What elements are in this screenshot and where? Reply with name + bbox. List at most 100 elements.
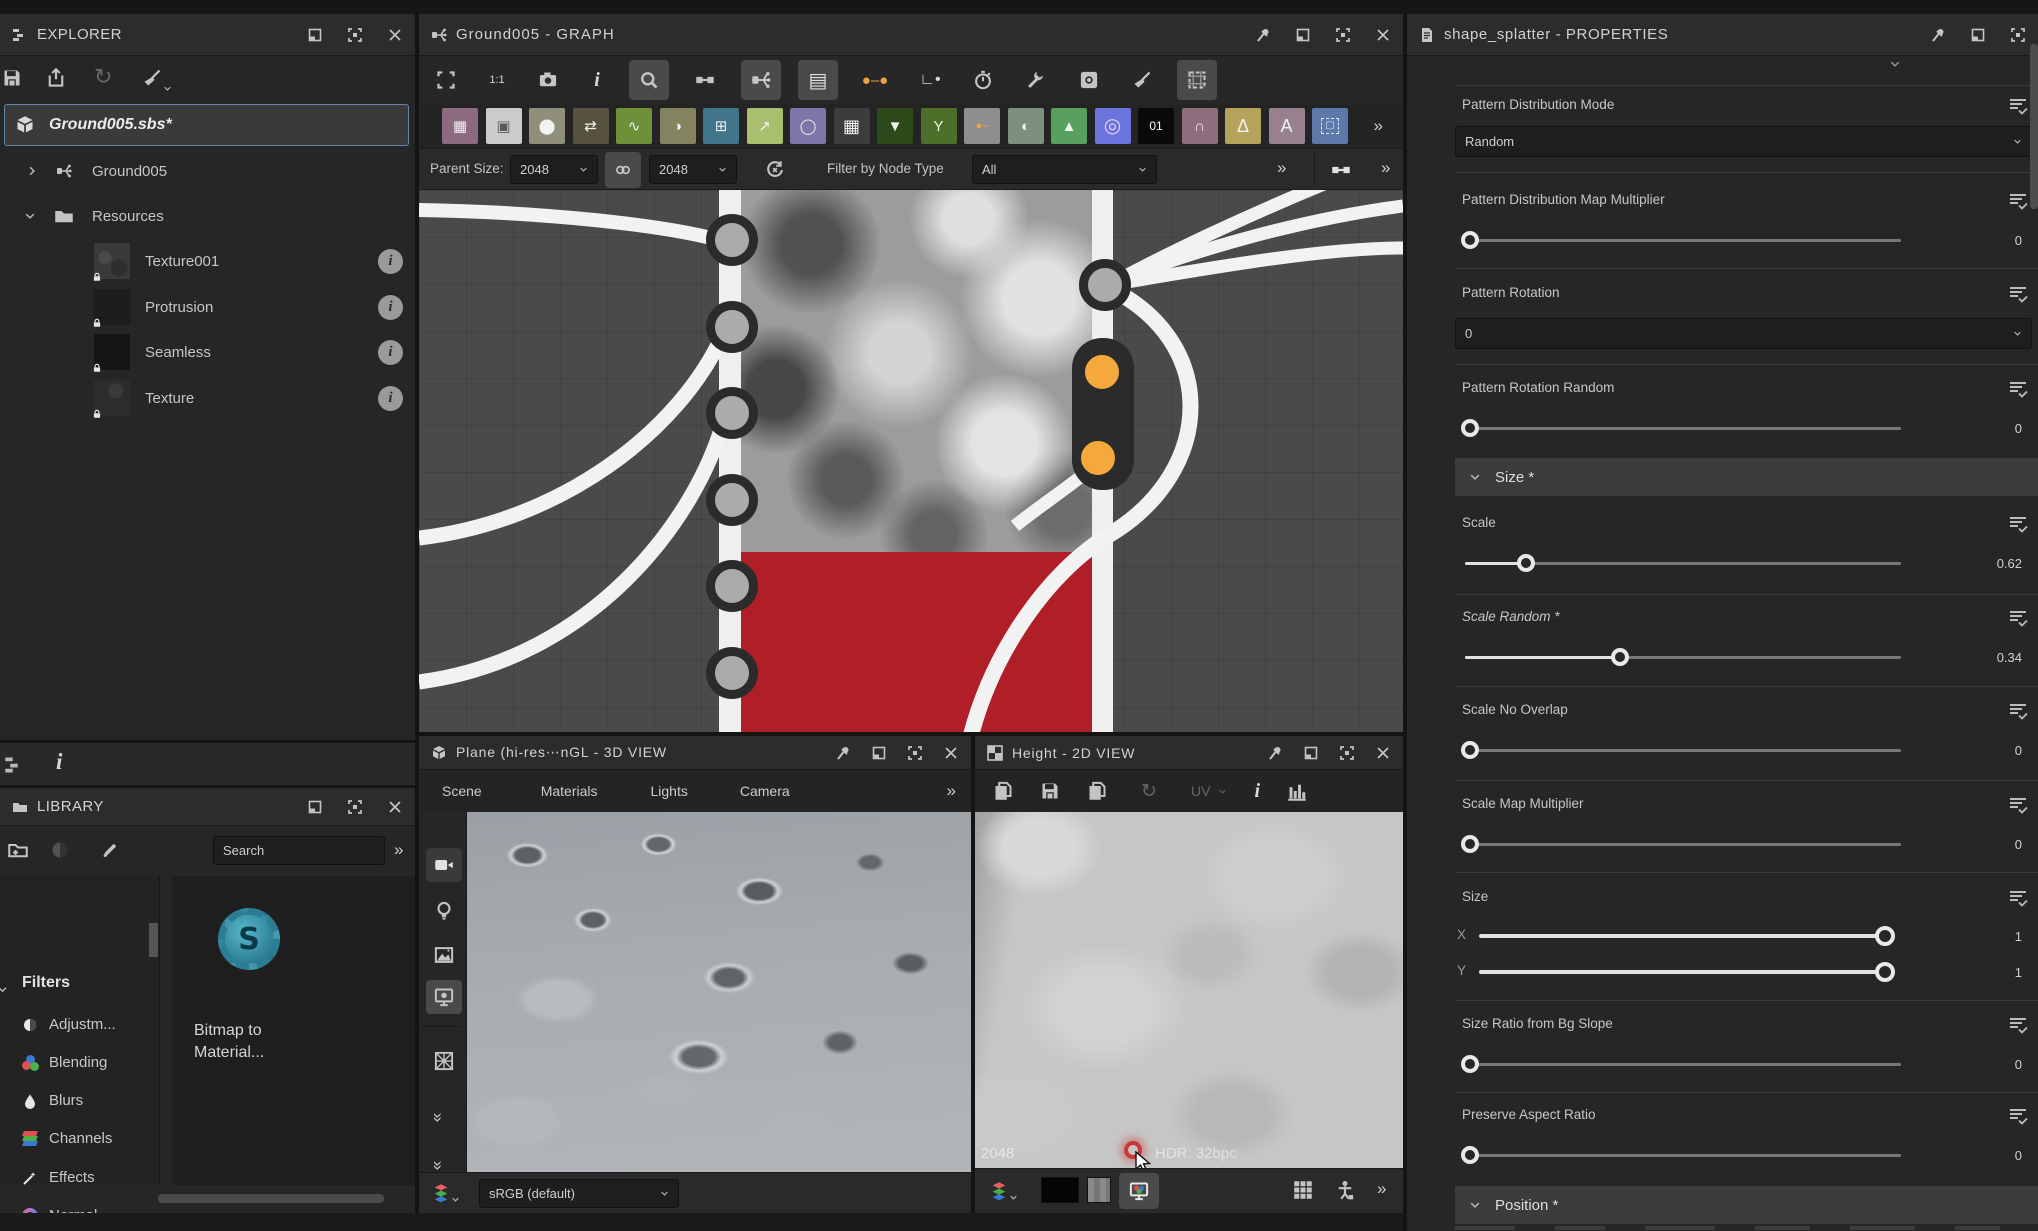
output-port[interactable] — [1079, 259, 1131, 311]
input-port[interactable] — [706, 214, 758, 266]
param-menu-icon[interactable] — [2008, 796, 2028, 814]
palette-gradientmap-icon[interactable]: 01 — [1138, 108, 1174, 144]
library-filter-item[interactable]: Effects — [22, 1169, 95, 1186]
param-menu-icon[interactable] — [2008, 889, 2028, 907]
pin-icon[interactable] — [1255, 27, 1271, 43]
package-row-selected[interactable]: Ground005.sbs* — [4, 104, 409, 146]
palette-blur-icon[interactable]: ⬤ — [529, 108, 565, 144]
link-size-toggle[interactable] — [605, 152, 641, 188]
palette-dirblur-icon[interactable]: ◑ — [660, 108, 696, 144]
float-window-icon[interactable] — [307, 27, 323, 43]
param-menu-icon[interactable] — [2008, 609, 2028, 627]
maximize-icon[interactable] — [2010, 27, 2026, 43]
colorspace-select[interactable]: sRGB (default) — [479, 1179, 679, 1208]
param-menu-icon[interactable] — [2008, 380, 2028, 398]
maximize-icon[interactable] — [1335, 27, 1351, 43]
scale-random-slider[interactable] — [1465, 647, 1901, 667]
input-port[interactable] — [706, 560, 758, 612]
size-x-slider[interactable] — [1479, 926, 1893, 946]
view2d-viewport[interactable]: 2048 HDR: 32bpc — [975, 812, 1403, 1168]
info-icon[interactable]: i — [378, 386, 403, 411]
preserve-aspect-ratio-slider[interactable] — [1465, 1145, 1901, 1165]
float-window-icon[interactable] — [1303, 745, 1319, 761]
background-swatch-black[interactable] — [1041, 1177, 1079, 1203]
palette-dot-icon[interactable]: ●– — [964, 108, 1000, 144]
display-mode-button[interactable] — [1119, 1173, 1159, 1209]
section-position[interactable]: Position * — [1455, 1186, 2038, 1224]
zoom-tool-button[interactable] — [629, 60, 669, 100]
stacked-views-button[interactable]: ▤ — [798, 60, 838, 100]
maximize-icon[interactable] — [1339, 745, 1355, 761]
palette-frame-icon[interactable]: ▢ — [1312, 108, 1348, 144]
clean-graph-button[interactable] — [1124, 61, 1160, 99]
resource-row[interactable]: Texture001 i — [0, 239, 415, 283]
auto-connect-button[interactable]: ●–● — [855, 61, 895, 99]
input-port[interactable] — [706, 647, 758, 699]
pin-icon[interactable] — [1930, 27, 1946, 43]
new-library-button[interactable] — [8, 840, 28, 860]
library-filter-item[interactable]: Blurs — [22, 1092, 83, 1109]
resource-row[interactable]: Seamless i — [0, 330, 415, 374]
float-window-icon[interactable] — [1295, 27, 1311, 43]
explorer-header[interactable]: EXPLORER — [0, 14, 415, 56]
settings-overflow-2[interactable]: » — [1381, 158, 1391, 178]
menu-scene[interactable]: Scene — [442, 783, 482, 799]
scale-no-overlap-slider[interactable] — [1465, 740, 1901, 760]
menu-overflow[interactable]: » — [947, 781, 957, 801]
library-hscrollbar-thumb[interactable] — [158, 1194, 384, 1203]
library-filter-item[interactable]: Channels — [22, 1130, 112, 1147]
chevron-down-icon[interactable] — [0, 984, 8, 995]
input-port[interactable] — [706, 387, 758, 439]
tools-wrench-button[interactable] — [1018, 61, 1054, 99]
reset-size-button[interactable] — [757, 152, 793, 188]
background-swatch-gray[interactable] — [1087, 1177, 1111, 1203]
library-filter-item[interactable]: Adjustm... — [22, 1016, 116, 1033]
maximize-icon[interactable] — [907, 745, 923, 761]
library-search-input[interactable]: Search — [213, 836, 385, 865]
strip-overflow[interactable]: » — [428, 1113, 448, 1123]
palette-svg-icon[interactable]: ▣ — [486, 108, 522, 144]
display-settings-button[interactable] — [426, 980, 462, 1014]
menu-camera[interactable]: Camera — [740, 783, 790, 799]
edit-pencil-button[interactable] — [100, 840, 120, 860]
mannequin-button[interactable] — [1335, 1180, 1355, 1200]
palette-tilesampler-icon[interactable]: ▦ — [834, 108, 870, 144]
palette-shape-icon[interactable]: ◯ — [790, 108, 826, 144]
view3d-viewport[interactable] — [467, 812, 971, 1172]
pin-icon[interactable] — [835, 745, 851, 761]
clean-button[interactable] — [142, 68, 162, 88]
library-filter-item[interactable]: Blending — [22, 1054, 107, 1071]
scale-slider[interactable] — [1465, 553, 1901, 573]
palette-histogram-icon[interactable]: ▲ — [1051, 108, 1087, 144]
node-pair-icon[interactable] — [1331, 160, 1351, 180]
screenshot-button[interactable] — [531, 61, 565, 99]
pattern-rotation-input[interactable]: 0 — [1455, 318, 2032, 349]
menu-materials[interactable]: Materials — [541, 783, 598, 799]
info-icon[interactable]: i — [378, 295, 403, 320]
uv-quad-button[interactable] — [426, 1044, 462, 1078]
graph-mode-button[interactable] — [741, 60, 781, 100]
link-nodes-button[interactable] — [686, 61, 724, 99]
bottombar-overflow[interactable]: » — [1377, 1179, 1387, 1199]
elbow-connector-button[interactable]: ∟• — [912, 61, 948, 99]
palette-overflow[interactable]: » — [1374, 116, 1384, 136]
palette-slopeblur-icon[interactable]: Δ — [1225, 108, 1261, 144]
graph-header[interactable]: Ground005 - GRAPH — [419, 14, 1403, 56]
pattern-distribution-mode-select[interactable]: Random — [1455, 126, 2032, 157]
snap-grid-button[interactable] — [1177, 60, 1217, 100]
graph-canvas[interactable] — [419, 190, 1403, 732]
color-layers-icon[interactable] — [989, 1181, 1009, 1201]
param-menu-icon[interactable] — [2008, 1016, 2028, 1034]
properties-scrollbar-thumb[interactable] — [2030, 44, 2038, 209]
view2d-header[interactable]: Height - 2D VIEW — [975, 736, 1403, 770]
float-window-icon[interactable] — [871, 745, 887, 761]
param-menu-icon[interactable] — [2008, 702, 2028, 720]
param-menu-icon[interactable] — [2008, 97, 2028, 115]
input-port[interactable] — [706, 301, 758, 353]
param-menu-icon[interactable] — [2008, 515, 2028, 533]
palette-curveedit-icon[interactable]: ∩ — [1182, 108, 1218, 144]
reload-button[interactable]: ↻ — [94, 64, 112, 90]
grid-view-button[interactable] — [1293, 1180, 1313, 1200]
param-menu-icon[interactable] — [2008, 192, 2028, 210]
tree-scrollbar-thumb[interactable] — [149, 923, 158, 957]
